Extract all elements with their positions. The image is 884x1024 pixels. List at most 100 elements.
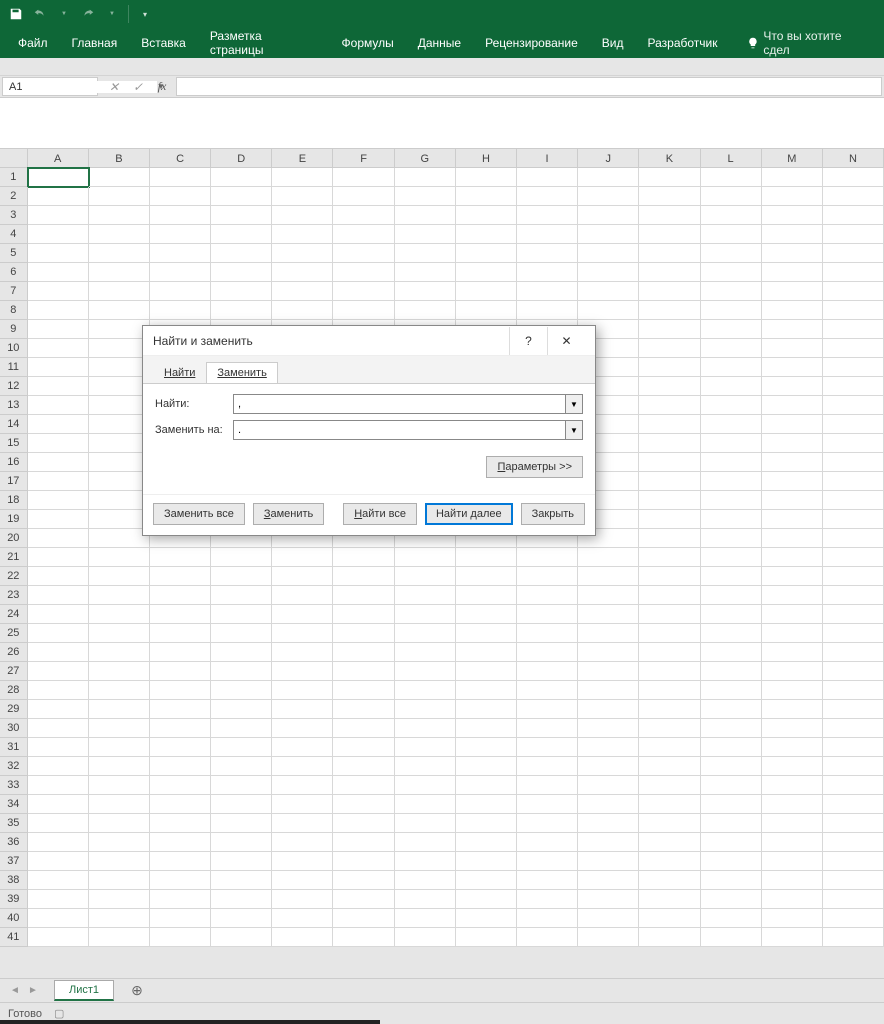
cell[interactable]	[272, 852, 333, 871]
cell[interactable]	[395, 700, 456, 719]
cell[interactable]	[639, 244, 700, 263]
cell[interactable]	[578, 567, 639, 586]
cell[interactable]	[272, 168, 333, 187]
cell[interactable]	[150, 643, 211, 662]
cell[interactable]	[150, 738, 211, 757]
cell[interactable]	[272, 814, 333, 833]
cell[interactable]	[456, 662, 517, 681]
cell[interactable]	[211, 168, 272, 187]
cell[interactable]	[395, 168, 456, 187]
cell[interactable]	[28, 529, 89, 548]
cell[interactable]	[701, 548, 762, 567]
cell[interactable]	[28, 681, 89, 700]
cell[interactable]	[89, 700, 150, 719]
cell[interactable]	[578, 738, 639, 757]
cell[interactable]	[517, 187, 578, 206]
cell[interactable]	[701, 510, 762, 529]
cell[interactable]	[823, 453, 884, 472]
cell[interactable]	[517, 795, 578, 814]
cell[interactable]	[333, 301, 394, 320]
cell[interactable]	[639, 434, 700, 453]
cell[interactable]	[272, 909, 333, 928]
cell[interactable]	[89, 206, 150, 225]
cell[interactable]	[701, 814, 762, 833]
cell[interactable]	[701, 909, 762, 928]
cell[interactable]	[272, 890, 333, 909]
cell[interactable]	[762, 225, 823, 244]
cell[interactable]	[28, 358, 89, 377]
cell[interactable]	[517, 301, 578, 320]
cell[interactable]	[701, 529, 762, 548]
cell[interactable]	[89, 719, 150, 738]
cell[interactable]	[89, 662, 150, 681]
cell[interactable]	[762, 453, 823, 472]
cell[interactable]	[762, 719, 823, 738]
cell[interactable]	[395, 301, 456, 320]
cell[interactable]	[211, 757, 272, 776]
cell[interactable]	[701, 852, 762, 871]
cell[interactable]	[762, 776, 823, 795]
cell[interactable]	[762, 909, 823, 928]
cell[interactable]	[150, 168, 211, 187]
col-header[interactable]: F	[333, 149, 394, 167]
cell[interactable]	[333, 263, 394, 282]
cell[interactable]	[823, 833, 884, 852]
cell[interactable]	[578, 871, 639, 890]
cell[interactable]	[639, 928, 700, 947]
row-header[interactable]: 37	[0, 852, 28, 871]
tab-page-layout[interactable]: Разметка страницы	[198, 21, 330, 65]
cell[interactable]	[395, 681, 456, 700]
cell[interactable]	[333, 282, 394, 301]
cell[interactable]	[150, 890, 211, 909]
cell[interactable]	[639, 567, 700, 586]
cell[interactable]	[762, 890, 823, 909]
cell[interactable]	[639, 909, 700, 928]
find-all-button[interactable]: Найти все	[343, 503, 417, 525]
cell[interactable]	[150, 282, 211, 301]
cell[interactable]	[762, 168, 823, 187]
cell[interactable]	[395, 206, 456, 225]
row-header[interactable]: 41	[0, 928, 28, 947]
cell[interactable]	[517, 814, 578, 833]
cell[interactable]	[456, 738, 517, 757]
cell[interactable]	[28, 852, 89, 871]
cell[interactable]	[639, 833, 700, 852]
cell[interactable]	[578, 643, 639, 662]
cell[interactable]	[701, 339, 762, 358]
cell[interactable]	[639, 206, 700, 225]
row-header[interactable]: 25	[0, 624, 28, 643]
cell[interactable]	[823, 187, 884, 206]
cell[interactable]	[211, 852, 272, 871]
cell[interactable]	[639, 548, 700, 567]
cell[interactable]	[89, 776, 150, 795]
cell[interactable]	[639, 491, 700, 510]
cell[interactable]	[762, 301, 823, 320]
cell[interactable]	[517, 282, 578, 301]
cell[interactable]	[28, 833, 89, 852]
cell[interactable]	[762, 681, 823, 700]
redo-icon[interactable]	[76, 2, 100, 26]
cell[interactable]	[28, 187, 89, 206]
cell[interactable]	[701, 206, 762, 225]
cell[interactable]	[456, 282, 517, 301]
cell[interactable]	[456, 187, 517, 206]
cell[interactable]	[762, 814, 823, 833]
cell[interactable]	[456, 301, 517, 320]
cell[interactable]	[823, 662, 884, 681]
row-header[interactable]: 26	[0, 643, 28, 662]
cell[interactable]	[89, 453, 150, 472]
cell[interactable]	[762, 358, 823, 377]
cell[interactable]	[762, 548, 823, 567]
sheet-tab[interactable]: Лист1	[54, 980, 114, 1001]
cell[interactable]	[578, 206, 639, 225]
cell[interactable]	[211, 244, 272, 263]
cell[interactable]	[823, 871, 884, 890]
cell[interactable]	[395, 928, 456, 947]
cell[interactable]	[89, 890, 150, 909]
cell[interactable]	[762, 795, 823, 814]
cell[interactable]	[517, 567, 578, 586]
new-sheet-icon[interactable]: ⊕	[126, 980, 148, 1002]
row-header[interactable]: 7	[0, 282, 28, 301]
cell[interactable]	[333, 700, 394, 719]
cell[interactable]	[89, 833, 150, 852]
